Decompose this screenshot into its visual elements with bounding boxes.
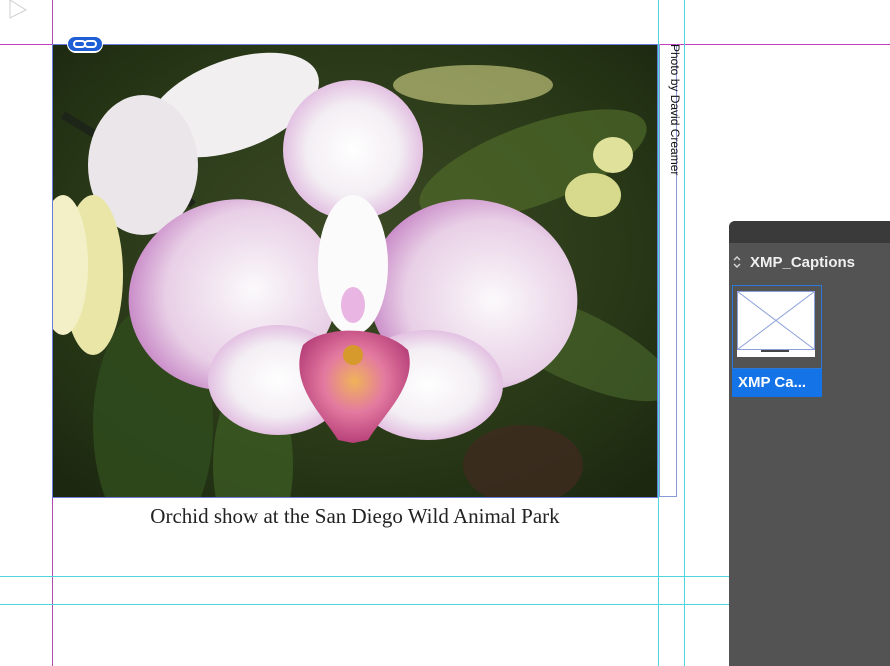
photo-credit-container: Photo by David Creamer	[660, 44, 682, 204]
photo-credit: Photo by David Creamer	[668, 44, 682, 176]
bottom-margin-guide	[0, 576, 729, 577]
panel-header-bar[interactable]	[729, 221, 890, 243]
panel-title-label: XMP_Captions	[750, 253, 856, 271]
caption-text[interactable]: Orchid show at the San Diego Wild Animal…	[52, 504, 658, 529]
thumbnail-label[interactable]: XMP Ca...	[732, 369, 822, 397]
right-margin-guide	[684, 0, 685, 666]
orchid-photo	[53, 45, 657, 497]
link-icon[interactable]	[67, 35, 103, 53]
photo-frame[interactable]	[52, 44, 658, 498]
page-thumbnail-icon[interactable]	[732, 285, 822, 369]
list-item[interactable]: XMP Ca...	[732, 285, 822, 397]
panel-title[interactable]: XMP_Captions	[733, 247, 855, 277]
collapse-chevron-icon[interactable]	[733, 256, 741, 268]
bleed-guide	[0, 604, 729, 605]
page-corner-icon	[9, 0, 28, 19]
